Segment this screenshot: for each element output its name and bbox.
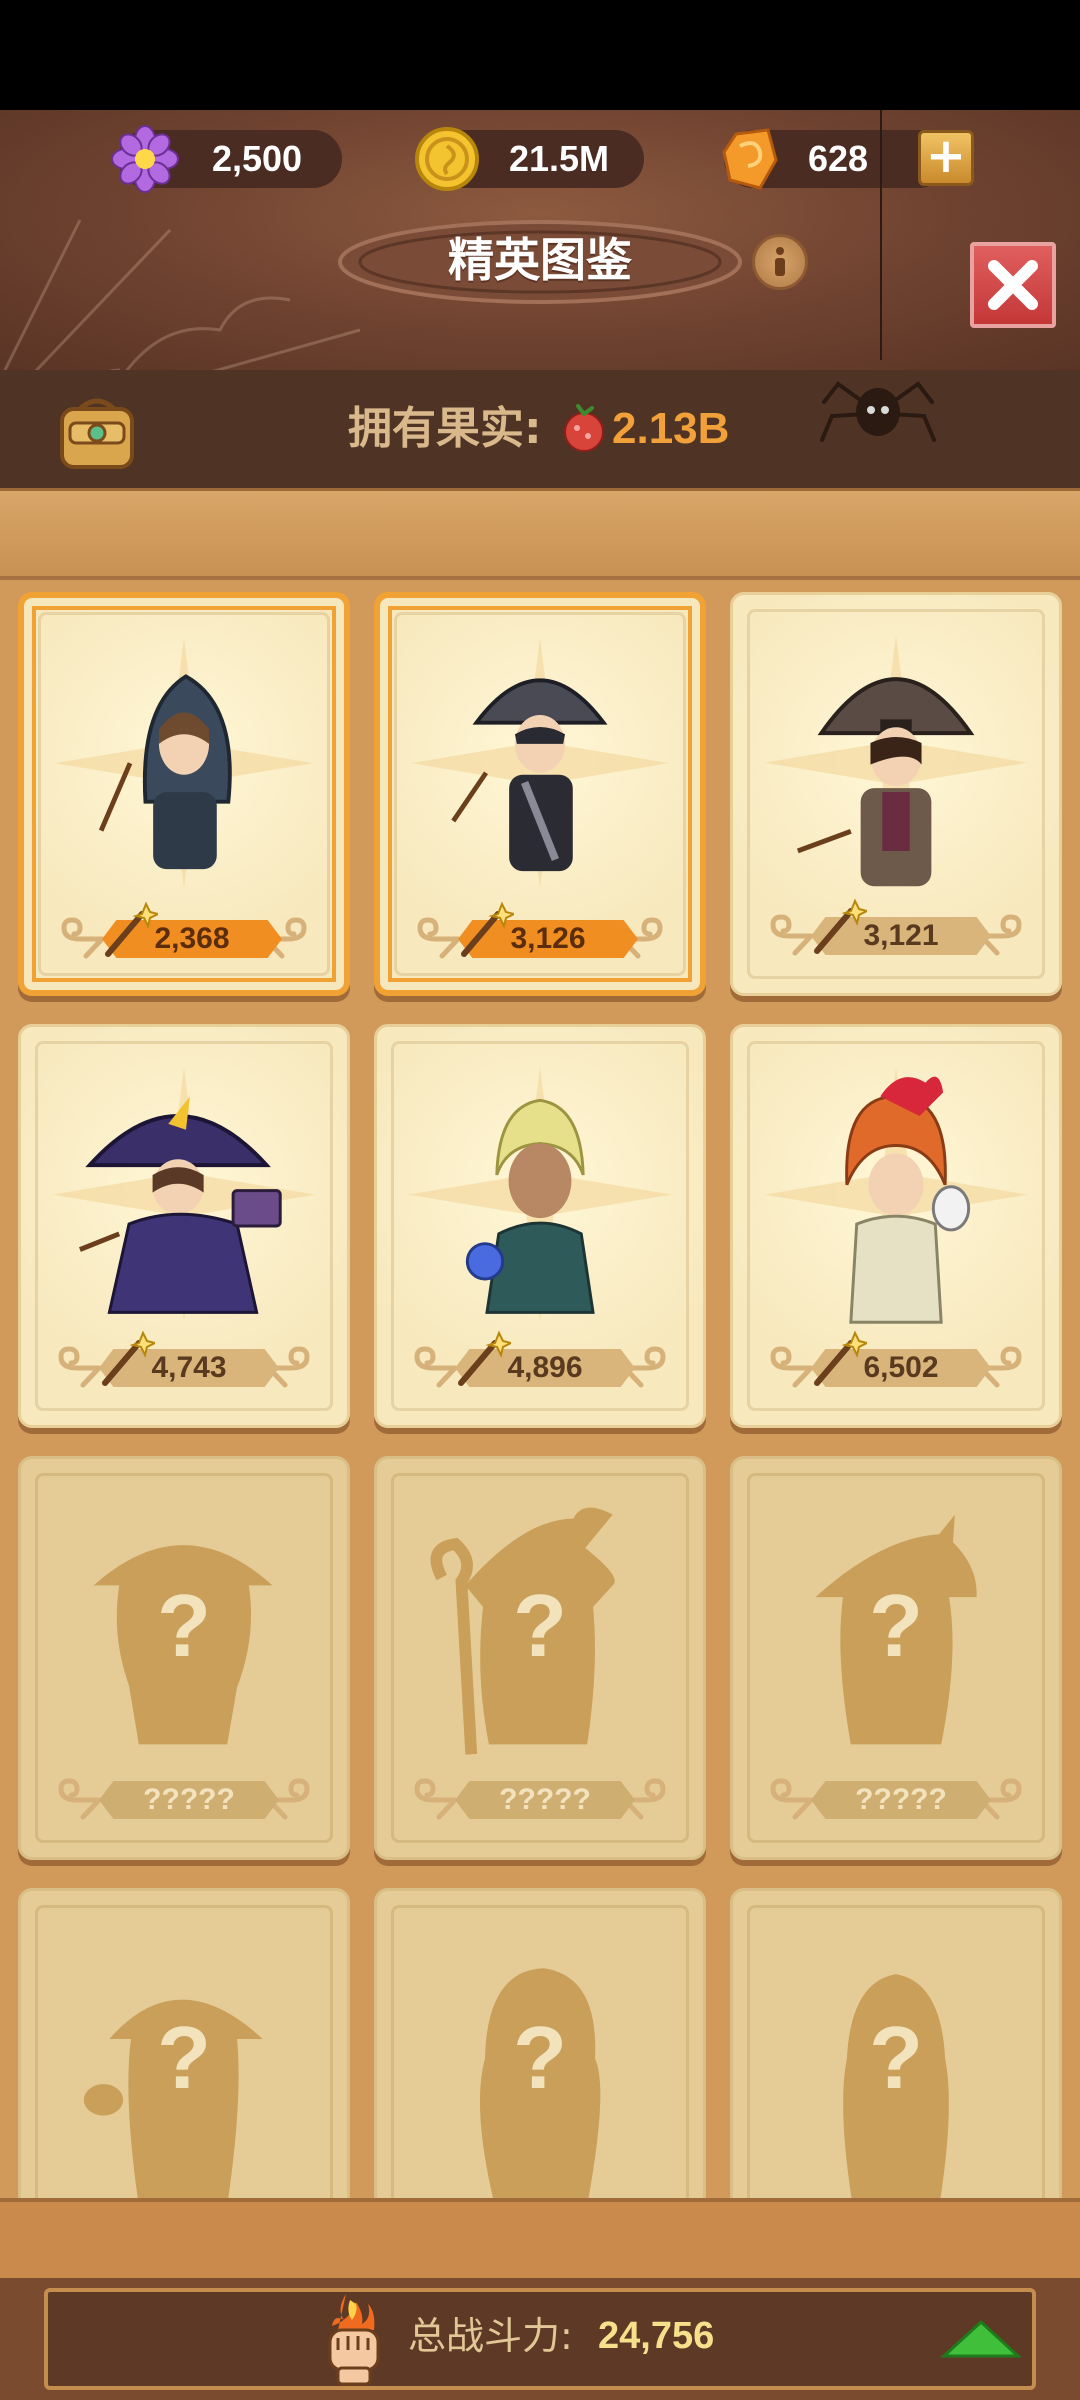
gems-counter: 2,500 <box>111 125 342 193</box>
elite-card[interactable]: 2,368 <box>18 592 350 996</box>
fruit-value: 2.13B <box>612 404 730 453</box>
question-mark-icon: ? <box>513 1576 567 1675</box>
gems-value: 2,500 <box>211 138 303 179</box>
gold-coin-icon <box>415 127 479 191</box>
magic-wand-icon <box>461 901 514 957</box>
swirl-ornament-left <box>58 1778 102 1820</box>
question-mark-icon: ? <box>157 1576 211 1675</box>
fruit-label: 拥有果实: <box>348 403 542 454</box>
total-power-label: 总战斗力: <box>408 2314 573 2358</box>
magic-wand-icon <box>458 1330 511 1386</box>
close-icon <box>988 260 1038 310</box>
locked-elite-card[interactable]: ?????? <box>18 1456 350 1860</box>
card-power-value: ????? <box>855 1783 947 1816</box>
card-power-value: ????? <box>143 1783 235 1816</box>
elite-card[interactable]: 4,743 <box>18 1024 350 1428</box>
spider-decoration <box>820 381 936 442</box>
total-power-value: 24,756 <box>598 2315 715 2357</box>
locked-elite-card[interactable]: ?????? <box>730 1456 1062 1860</box>
magic-wand-icon <box>814 1330 867 1386</box>
elite-card[interactable]: 6,502 <box>730 1024 1062 1428</box>
bottom-band <box>0 2198 1080 2278</box>
magic-wand-icon <box>105 901 158 957</box>
spider-thread <box>880 110 882 360</box>
locked-elite-card[interactable]: ?????? <box>374 1456 706 1860</box>
info-icon <box>775 247 785 276</box>
magic-wand-icon <box>814 898 867 954</box>
swirl-ornament-left <box>770 1778 814 1820</box>
elite-card[interactable]: 3,121 <box>730 592 1062 996</box>
coins-counter: 21.5M <box>415 127 644 191</box>
question-mark-icon: ? <box>869 1576 923 1675</box>
question-mark-icon: ? <box>869 2008 923 2107</box>
page-title: 精英图鉴 <box>448 233 632 287</box>
card-power-value: ????? <box>499 1783 591 1816</box>
fruit-icon <box>564 404 604 452</box>
swirl-ornament-left <box>414 1778 458 1820</box>
crystals-counter: 628 <box>722 128 948 190</box>
fist-icon <box>328 2294 380 2386</box>
info-button[interactable] <box>752 234 808 290</box>
shelf-divider <box>0 488 1080 580</box>
add-crystals-button[interactable]: + <box>918 130 974 186</box>
elite-card[interactable]: 3,126 <box>374 592 706 996</box>
backpack-icon[interactable] <box>56 393 138 471</box>
coins-value: 21.5M <box>508 138 610 179</box>
status-bar <box>0 0 1080 110</box>
orange-crystal-icon <box>722 128 778 190</box>
cobweb-decoration <box>3 219 361 370</box>
purple-flower-icon <box>111 125 179 193</box>
close-button[interactable] <box>970 242 1056 328</box>
crystals-value: 628 <box>807 138 869 179</box>
expand-up-button[interactable] <box>940 2316 1022 2362</box>
question-mark-icon: ? <box>513 2008 567 2107</box>
magic-wand-icon <box>102 1330 155 1386</box>
question-mark-icon: ? <box>157 2008 211 2107</box>
elite-card[interactable]: 4,896 <box>374 1024 706 1428</box>
